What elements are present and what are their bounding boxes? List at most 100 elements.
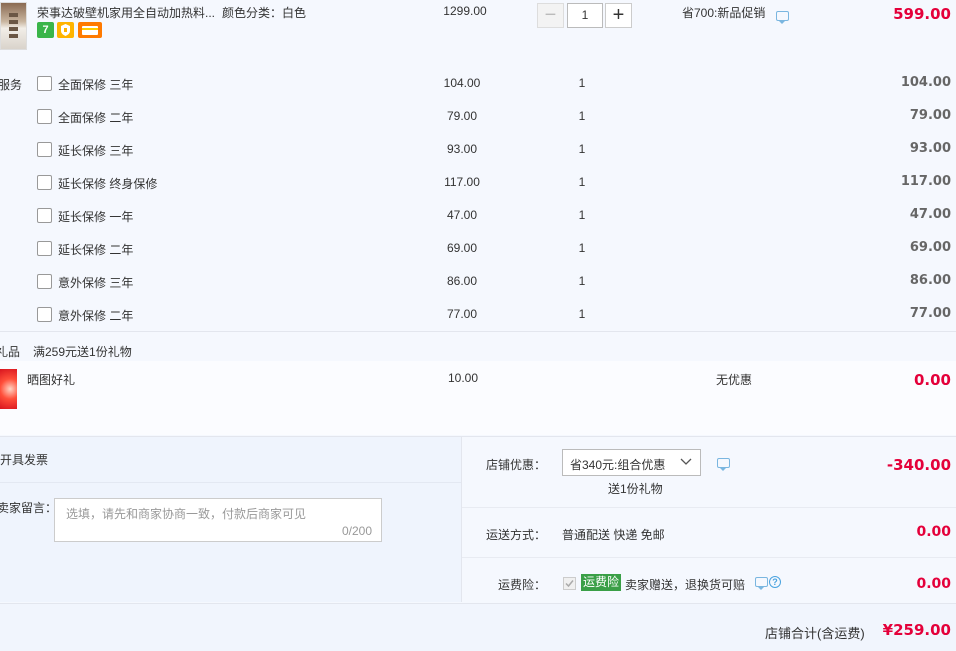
store-total-amount: ¥259.00 <box>882 621 951 639</box>
product-row: 荣事达破壁机家用全自动加热料... 颜色分类：白色 7 1299.00 − 1 … <box>0 0 956 60</box>
service-checkbox[interactable] <box>37 241 52 256</box>
service-qty: 1 <box>578 109 586 123</box>
service-price: 47.00 <box>446 208 478 222</box>
message-counter: 0/200 <box>341 524 372 538</box>
service-row: 延长保修 终身保修 117.00 1 117.00 <box>0 166 956 199</box>
service-price: 77.00 <box>446 307 478 321</box>
service-qty: 1 <box>578 142 586 156</box>
divider <box>0 482 461 483</box>
gift-thumbnail[interactable] <box>0 369 17 409</box>
service-total: 93.00 <box>909 141 951 156</box>
gift-discount: 无优惠 <box>716 373 753 387</box>
service-total: 79.00 <box>909 108 951 123</box>
service-name: 全面保修 二年 <box>58 111 134 125</box>
divider <box>462 557 956 558</box>
service-name: 延长保修 三年 <box>58 144 134 158</box>
product-total: 599.00 <box>893 5 951 23</box>
insurance-tag: 运费险 <box>581 574 622 591</box>
insurance-desc: 卖家赠送，退换货可赔 <box>625 578 746 592</box>
gift-label: 礼品 <box>0 345 21 359</box>
service-price: 69.00 <box>446 241 478 255</box>
gift-item-row: 晒图好礼 10.00 无优惠 0.00 <box>0 361 956 435</box>
service-price: 79.00 <box>446 109 478 123</box>
service-checkbox[interactable] <box>37 274 52 289</box>
quantity-increase-button[interactable]: + <box>605 3 632 28</box>
service-qty: 1 <box>578 241 586 255</box>
store-total-label: 店铺合计(含运费) <box>765 626 865 641</box>
service-price: 93.00 <box>446 142 478 156</box>
gift-total: 0.00 <box>913 371 951 389</box>
service-total: 104.00 <box>900 75 951 90</box>
order-options-panel: 开具发票 卖家留言： 选填，请先和商家协商一致，付款后商家可见 0/200 <box>0 437 461 602</box>
service-price: 117.00 <box>444 175 480 189</box>
service-row: 全面保修 二年 79.00 1 79.00 <box>0 100 956 133</box>
insurance-checkbox[interactable] <box>563 577 576 590</box>
product-sku: 颜色分类：白色 <box>222 6 307 20</box>
service-qty: 1 <box>578 307 586 321</box>
service-checkbox[interactable] <box>37 175 52 190</box>
service-total: 47.00 <box>909 207 951 222</box>
service-row: 延长保修 一年 47.00 1 47.00 <box>0 199 956 232</box>
service-name: 延长保修 一年 <box>58 210 134 224</box>
store-discount-label: 店铺优惠： <box>485 458 546 472</box>
gift-section: 礼品 满259元送1份礼物 晒图好礼 10.00 无优惠 0.00 <box>0 335 956 435</box>
store-summary-panel: 店铺优惠： 省340元:组合优惠 送1份礼物 -340.00 运送方式： 普通配… <box>462 437 956 602</box>
chevron-down-icon <box>680 456 692 471</box>
product-thumbnail[interactable] <box>0 2 27 50</box>
product-unit-price: 1299.00 <box>443 4 487 18</box>
service-name: 意外保修 三年 <box>58 276 134 290</box>
discount-info-icon[interactable] <box>717 458 730 471</box>
service-row: 意外保修 三年 86.00 1 86.00 <box>0 265 956 298</box>
invoice-option[interactable]: 开具发票 <box>0 451 48 468</box>
insurance-label: 运费险： <box>497 578 546 592</box>
message-label: 卖家留言： <box>0 501 58 515</box>
gift-name[interactable]: 晒图好礼 <box>27 371 75 388</box>
service-qty: 1 <box>578 274 586 288</box>
service-qty: 1 <box>578 208 586 222</box>
service-total: 69.00 <box>909 240 951 255</box>
store-discount-note: 送1份礼物 <box>608 482 663 496</box>
product-title[interactable]: 荣事达破壁机家用全自动加热料... <box>37 4 215 21</box>
service-row: 意外保修 二年 77.00 1 77.00 <box>0 298 956 331</box>
seven-day-return-icon: 7 <box>37 22 54 38</box>
shipping-method: 普通配送 快递 免邮 <box>562 528 665 542</box>
service-price: 104.00 <box>443 76 481 90</box>
divider <box>462 507 956 508</box>
shield-icon <box>57 22 74 38</box>
service-checkbox[interactable] <box>37 307 52 322</box>
product-promo: 省700:新品促销 <box>682 6 766 20</box>
shipping-label: 运送方式： <box>485 528 546 542</box>
card-icon <box>78 22 102 38</box>
message-placeholder: 选填，请先和商家协商一致，付款后商家可见 <box>66 507 307 521</box>
service-name: 意外保修 二年 <box>58 309 134 323</box>
service-checkbox[interactable] <box>37 142 52 157</box>
service-checkbox[interactable] <box>37 109 52 124</box>
service-total: 86.00 <box>909 273 951 288</box>
insurance-amount: 0.00 <box>916 576 951 592</box>
store-discount-select[interactable]: 省340元:组合优惠 <box>562 449 701 476</box>
service-row: 全面保修 三年 104.00 1 104.00 <box>0 67 956 100</box>
insurance-chat-icon[interactable] <box>755 577 768 590</box>
quantity-decrease-button[interactable]: − <box>537 3 564 28</box>
service-name: 延长保修 二年 <box>58 243 134 257</box>
service-qty: 1 <box>578 175 586 189</box>
service-row: 延长保修 二年 69.00 1 69.00 <box>0 232 956 265</box>
divider <box>0 331 956 332</box>
store-discount-amount: -340.00 <box>886 456 951 474</box>
promo-info-icon[interactable] <box>776 11 789 24</box>
help-icon[interactable]: ? <box>769 576 781 588</box>
service-row: 延长保修 三年 93.00 1 93.00 <box>0 133 956 166</box>
shipping-amount: 0.00 <box>916 524 951 540</box>
service-name: 全面保修 三年 <box>58 78 134 92</box>
service-qty: 1 <box>578 76 586 90</box>
service-total: 77.00 <box>909 306 951 321</box>
quantity-input[interactable]: 1 <box>567 3 603 28</box>
service-price: 86.00 <box>446 274 478 288</box>
store-discount-selected: 省340元:组合优惠 <box>570 458 666 472</box>
gift-price: 10.00 <box>447 371 479 385</box>
service-checkbox[interactable] <box>37 208 52 223</box>
service-checkbox[interactable] <box>37 76 52 91</box>
message-textarea[interactable]: 选填，请先和商家协商一致，付款后商家可见 0/200 <box>54 498 382 542</box>
service-name: 延长保修 终身保修 <box>58 177 158 191</box>
gift-rule: 满259元送1份礼物 <box>33 345 132 359</box>
